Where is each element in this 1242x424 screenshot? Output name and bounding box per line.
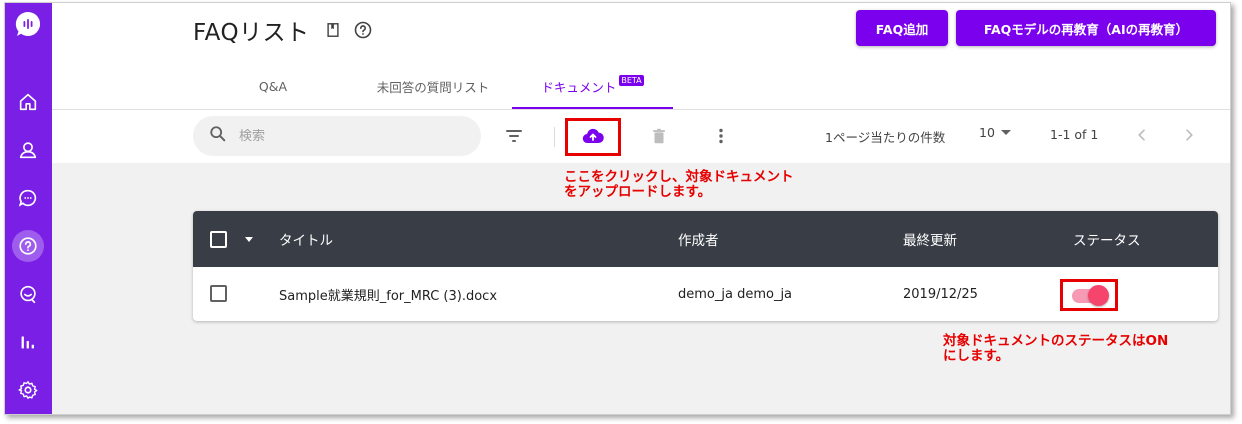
conversation-icon[interactable] (12, 278, 44, 310)
tab-unanswered-questions[interactable]: 未回答の質問リスト (353, 63, 513, 109)
rows-per-page-value: 10 (979, 125, 995, 140)
tab-label: Q&A (258, 78, 288, 94)
home-icon[interactable] (12, 86, 44, 118)
status-annotation: 対象ドキュメントのステータスはON にします。 (943, 334, 1168, 364)
row-updated: 2019/12/25 (903, 286, 978, 302)
help-icon[interactable] (354, 21, 372, 39)
select-all-checkbox[interactable] (210, 231, 227, 248)
status-toggle-thumb[interactable] (1088, 285, 1109, 306)
prev-page-icon[interactable] (1132, 125, 1152, 145)
settings-icon[interactable] (12, 374, 44, 406)
page-range: 1-1 of 1 (1050, 127, 1099, 142)
bookmark-icon[interactable] (324, 21, 342, 39)
tab-qa[interactable]: Q&A (193, 63, 353, 109)
faq-icon[interactable] (12, 230, 44, 262)
rows-per-page-select[interactable]: 10 (979, 125, 1011, 140)
next-page-icon[interactable] (1179, 125, 1199, 145)
chevron-down-icon[interactable] (245, 237, 253, 242)
beta-badge: BETA (619, 74, 644, 86)
column-header-author[interactable]: 作成者 (678, 211, 719, 267)
page-title: FAQリスト (193, 20, 310, 46)
add-faq-button[interactable]: FAQ追加 (856, 10, 948, 46)
user-icon[interactable] (12, 134, 44, 166)
tab-label: ドキュメント (541, 79, 617, 95)
chevron-down-icon (1000, 130, 1011, 135)
search-input[interactable] (239, 128, 459, 144)
tab-documents[interactable]: ドキュメント BETA (512, 63, 673, 109)
tab-label: 未回答の質問リスト (376, 79, 490, 95)
table-header: タイトル 作成者 最終更新 ステータス (193, 211, 1218, 267)
app-logo-icon[interactable] (13, 9, 43, 39)
row-checkbox[interactable] (210, 285, 227, 302)
row-author: demo_ja demo_ja (678, 286, 793, 302)
table-row[interactable]: Sample就業規則_for_MRC (3).docx demo_ja demo… (193, 267, 1218, 321)
upload-annotation: ここをクリックし、対象ドキュメント をアップロードします。 (564, 170, 794, 200)
column-header-status[interactable]: ステータス (1073, 211, 1141, 267)
annotation-line: をアップロードします。 (564, 184, 712, 200)
search-box[interactable] (193, 116, 481, 156)
column-header-updated[interactable]: 最終更新 (903, 211, 957, 267)
toolbar-divider (554, 127, 555, 147)
analytics-icon[interactable] (12, 326, 44, 358)
retrain-model-button[interactable]: FAQモデルの再教育（AIの再教育） (956, 10, 1216, 46)
annotation-line: ここをクリックし、対象ドキュメント (564, 169, 794, 185)
row-title[interactable]: Sample就業規則_for_MRC (3).docx (279, 267, 497, 321)
chat-icon[interactable] (12, 182, 44, 214)
sidebar (5, 3, 52, 414)
app-window: FAQリスト FAQ追加 FAQモデルの再教育（AIの再教育） Q&A 未回答の… (4, 2, 1231, 415)
column-header-title[interactable]: タイトル (279, 211, 333, 267)
annotation-line: にします。 (943, 348, 1010, 364)
divider (52, 109, 1230, 110)
rows-per-page-label: 1ページ当たりの件数 (825, 130, 946, 145)
tab-bar: Q&A 未回答の質問リスト ドキュメント BETA (193, 63, 1218, 109)
upload-cloud-icon[interactable] (580, 123, 606, 149)
documents-table: タイトル 作成者 最終更新 ステータス Sample就業規則_for_MRC (… (193, 211, 1218, 321)
more-options-icon[interactable] (708, 123, 734, 149)
page-header: FAQリスト (193, 13, 372, 47)
annotation-line: 対象ドキュメントのステータスはON (943, 333, 1169, 349)
search-icon (209, 125, 227, 147)
filter-icon[interactable] (501, 123, 527, 149)
delete-icon[interactable] (646, 123, 672, 149)
